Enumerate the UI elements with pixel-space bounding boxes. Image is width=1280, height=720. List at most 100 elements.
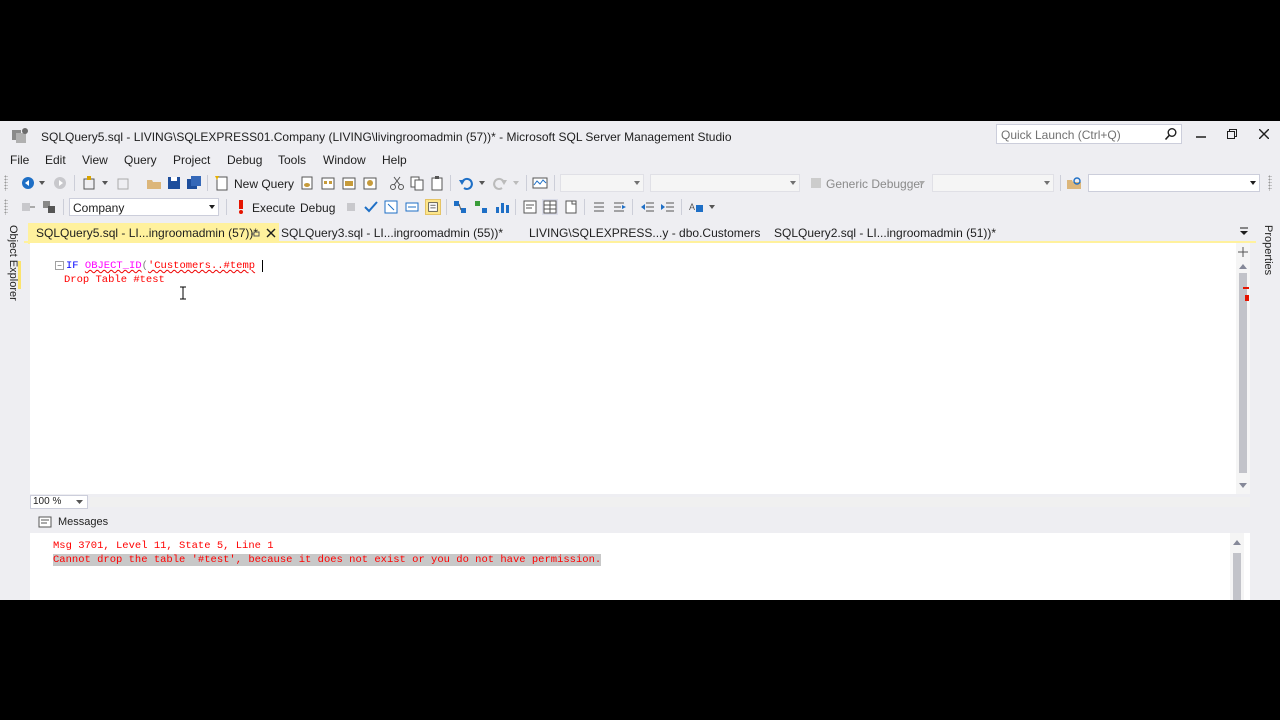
- search-icon[interactable]: [1164, 127, 1178, 141]
- solution-platform-combo[interactable]: [650, 174, 800, 192]
- error-message-text: Cannot drop the table '#test', because i…: [53, 554, 602, 566]
- zoom-combo[interactable]: 100 %: [30, 495, 88, 509]
- toolbar-separator: [1060, 175, 1061, 191]
- scroll-down-icon[interactable]: [1239, 483, 1247, 489]
- close-window-button[interactable]: [1254, 126, 1274, 144]
- error-message-header: Msg 3701, Level 11, State 5, Line 1: [53, 540, 274, 552]
- menu-debug[interactable]: Debug: [227, 153, 262, 167]
- menu-query[interactable]: Query: [124, 153, 157, 167]
- debug-target-combo[interactable]: [932, 174, 1054, 192]
- include-actual-plan-icon[interactable]: [452, 199, 468, 215]
- uncomment-icon[interactable]: [611, 199, 627, 215]
- parse-icon[interactable]: [363, 199, 379, 215]
- toolbar-separator: [515, 199, 516, 215]
- chevron-down-icon[interactable]: [38, 179, 46, 187]
- results-vertical-scrollbar[interactable]: [1230, 533, 1244, 600]
- save-icon[interactable]: [166, 175, 182, 191]
- chevron-down-icon[interactable]: [512, 179, 520, 187]
- results-to-text-icon[interactable]: [522, 199, 538, 215]
- code-line-2: Drop Table #test: [64, 274, 165, 286]
- save-all-icon[interactable]: [186, 175, 202, 191]
- scrollbar-thumb[interactable]: [1239, 273, 1247, 473]
- tab-messages[interactable]: Messages: [30, 511, 1250, 533]
- back-icon[interactable]: [20, 175, 36, 191]
- menu-project[interactable]: Project: [173, 153, 210, 167]
- comment-out-icon[interactable]: [591, 199, 607, 215]
- copy-icon[interactable]: [409, 175, 425, 191]
- split-icon[interactable]: [1238, 247, 1248, 257]
- results-to-grid-icon[interactable]: [542, 199, 558, 215]
- query-editor[interactable]: [30, 243, 1250, 494]
- pin-icon[interactable]: [250, 229, 260, 239]
- forward-icon[interactable]: [52, 175, 68, 191]
- error-marker: [1245, 295, 1249, 301]
- zoom-value: 100 %: [33, 496, 62, 507]
- dmx-query-icon[interactable]: [362, 175, 378, 191]
- tab-list-dropdown-icon[interactable]: [1238, 225, 1250, 237]
- window-title: SQLQuery5.sql - LIVING\SQLEXPRESS01.Comp…: [41, 130, 732, 144]
- connect-icon[interactable]: [20, 199, 36, 215]
- change-connection-icon[interactable]: [41, 199, 57, 215]
- undo-icon[interactable]: [458, 175, 474, 191]
- scroll-up-icon[interactable]: [1233, 539, 1241, 545]
- keyword-if: IF: [66, 260, 85, 272]
- scroll-up-icon[interactable]: [1239, 263, 1247, 269]
- string-literal: 'Customers..#temp: [147, 260, 256, 272]
- increase-indent-icon[interactable]: [660, 199, 676, 215]
- editor-horizontal-scrollbar[interactable]: [90, 497, 1250, 507]
- mdx-query-icon[interactable]: [341, 175, 357, 191]
- collapse-outline-icon[interactable]: −: [55, 261, 64, 270]
- display-estimated-plan-icon[interactable]: [383, 199, 399, 215]
- scrollbar-thumb[interactable]: [1233, 553, 1241, 600]
- minimize-button[interactable]: [1191, 126, 1211, 144]
- database-engine-query-icon[interactable]: [299, 175, 315, 191]
- query-options-icon[interactable]: [404, 199, 420, 215]
- redo-icon[interactable]: [492, 175, 508, 191]
- menu-window[interactable]: Window: [323, 153, 366, 167]
- find-combo[interactable]: [1088, 174, 1260, 192]
- solution-config-combo[interactable]: [560, 174, 644, 192]
- paste-icon[interactable]: [429, 175, 445, 191]
- editor-status-row: 100 %: [30, 494, 1250, 510]
- properties-tab[interactable]: Properties: [1262, 225, 1274, 275]
- chevron-down-icon[interactable]: [478, 179, 486, 187]
- client-statistics-icon[interactable]: [494, 199, 510, 215]
- toolbar-grip[interactable]: [4, 175, 8, 191]
- toolbar-grip[interactable]: [1268, 175, 1272, 191]
- editor-vertical-scrollbar[interactable]: [1236, 243, 1250, 494]
- function-object-id: OBJECT_ID: [84, 260, 142, 272]
- cut-icon[interactable]: [389, 175, 405, 191]
- analysis-query-icon[interactable]: [320, 175, 336, 191]
- menu-tools[interactable]: Tools: [278, 153, 306, 167]
- execute-label: Execute: [252, 201, 296, 215]
- intellisense-enabled-icon[interactable]: [425, 199, 441, 215]
- chevron-down-icon[interactable]: [708, 203, 716, 211]
- menu-help[interactable]: Help: [382, 153, 407, 167]
- results-to-file-icon[interactable]: [563, 199, 579, 215]
- keyword-drop-table: Drop Table: [64, 274, 134, 286]
- cancel-query-icon[interactable]: [343, 199, 359, 215]
- menu-edit[interactable]: Edit: [45, 153, 66, 167]
- restore-button[interactable]: [1222, 126, 1242, 144]
- quick-launch-input[interactable]: Quick Launch (Ctrl+Q): [996, 124, 1182, 144]
- sql-editor-toolbar: Company Execute Debug A: [0, 196, 1280, 218]
- menu-view[interactable]: View: [82, 153, 108, 167]
- open-folder-icon[interactable]: [146, 175, 162, 191]
- specify-template-values-icon[interactable]: A: [688, 199, 704, 215]
- title-bar: SQLQuery5.sql - LIVING\SQLEXPRESS01.Comp…: [0, 121, 1280, 151]
- new-query-icon: [215, 176, 228, 191]
- decrease-indent-icon[interactable]: [640, 199, 656, 215]
- available-databases-combo[interactable]: Company: [69, 198, 219, 216]
- tab-label: SQLQuery3.sql - LI...ingroomadmin (55))*: [281, 226, 504, 240]
- editor-gutter: [30, 243, 50, 494]
- toolbar-grip[interactable]: [4, 199, 8, 215]
- activity-monitor-icon[interactable]: [532, 175, 548, 191]
- menu-file[interactable]: File: [10, 153, 29, 167]
- find-in-files-icon[interactable]: [1066, 175, 1082, 191]
- live-query-stats-icon[interactable]: [473, 199, 489, 215]
- chevron-down-icon[interactable]: [101, 179, 109, 187]
- debug-button[interactable]: Debug: [300, 201, 335, 215]
- error-marker: [1243, 287, 1249, 289]
- add-item-icon[interactable]: [116, 175, 132, 191]
- new-project-icon[interactable]: [81, 175, 97, 191]
